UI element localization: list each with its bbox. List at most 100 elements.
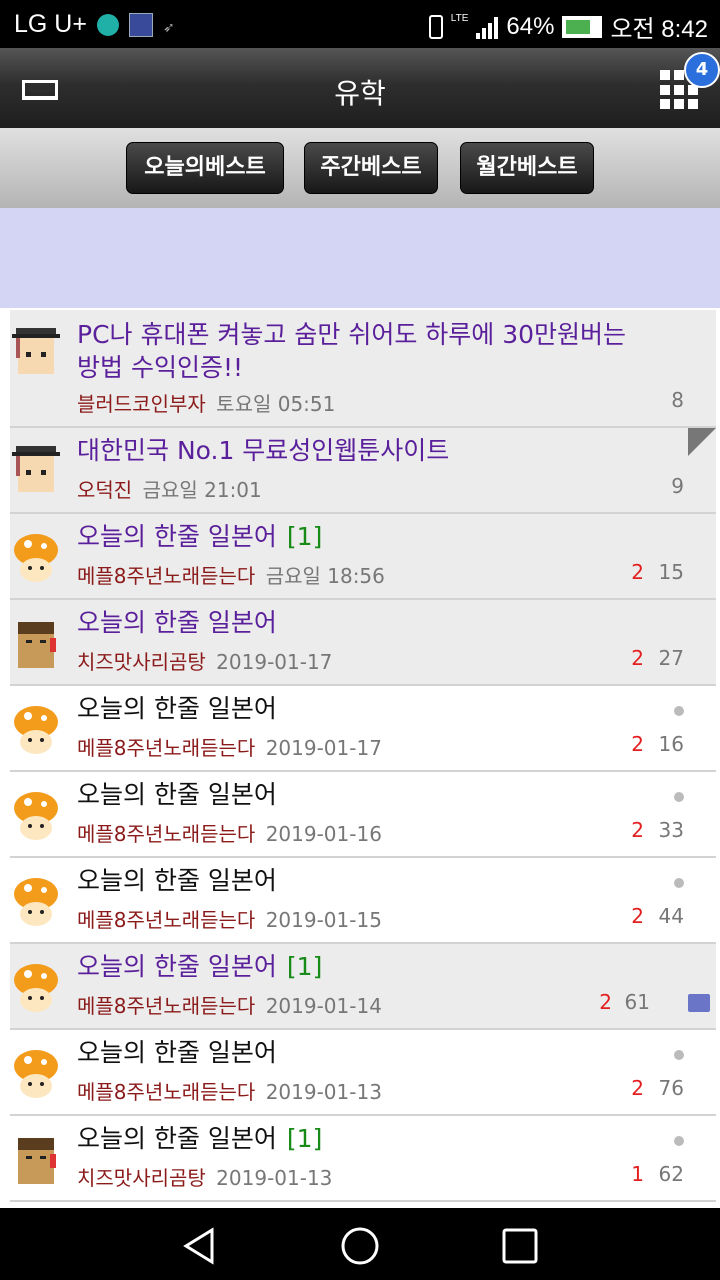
unread-dot-icon — [674, 878, 684, 888]
home-icon[interactable] — [340, 1226, 380, 1266]
list-item[interactable]: 오늘의 한줄 일본어 치즈맛사리곰탕 2019-01-17 2 27 — [10, 600, 716, 686]
recommend-count: 2 — [631, 1076, 644, 1100]
post-views: 61 — [624, 990, 650, 1014]
status-bar: LG U+ ➶ LTE 64% 오전 8:42 — [0, 0, 720, 48]
list-item[interactable]: 오늘의 한줄 일본어 [1] 메플8주년노래듣는다 2019-01-14 2 61 — [10, 944, 716, 1030]
tab-weekly-best[interactable]: 주간베스트 — [304, 142, 438, 194]
post-author[interactable]: 메플8주년노래듣는다 — [77, 822, 255, 846]
app-bar: 유학 4 — [0, 48, 720, 128]
post-author[interactable]: 치즈맛사리곰탕 — [77, 650, 206, 674]
mushroom-avatar-icon — [14, 792, 58, 840]
post-title-line2[interactable]: 방법 수익인증!! — [77, 351, 243, 384]
post-title-text[interactable]: 오늘의 한줄 일본어 — [77, 522, 277, 551]
new-corner-icon — [688, 428, 716, 456]
post-meta: 메플8주년노래듣는다 2019-01-13 — [77, 1076, 382, 1105]
post-title[interactable]: PC나 휴대폰 켜놓고 숨만 쉬어도 하루에 30만원버는 — [77, 318, 626, 351]
post-views: 62 — [658, 1162, 684, 1186]
post-author[interactable]: 메플8주년노래듣는다 — [77, 564, 255, 588]
list-item[interactable]: 대한민국 No.1 무료성인웹툰사이트 오덕진 금요일 21:01 9 — [10, 428, 716, 514]
recommend-count: 2 — [631, 732, 644, 756]
post-author[interactable]: 메플8주년노래듣는다 — [77, 1080, 255, 1104]
post-title[interactable]: 오늘의 한줄 일본어 [1] — [77, 520, 322, 553]
gallery-notification-icon — [128, 12, 153, 37]
post-author[interactable]: 치즈맛사리곰탕 — [77, 1166, 206, 1190]
post-title[interactable]: 오늘의 한줄 일본어 — [77, 606, 277, 639]
carrier-label: LG U+ — [14, 10, 87, 38]
post-title[interactable]: 오늘의 한줄 일본어 — [77, 864, 277, 897]
unread-dot-icon — [674, 706, 684, 716]
post-author[interactable]: 메플8주년노래듣는다 — [77, 736, 255, 760]
post-title[interactable]: 오늘의 한줄 일본어 [1] — [77, 1122, 322, 1155]
post-date: 2019-01-13 — [265, 1080, 382, 1104]
post-author[interactable]: 오덕진 — [77, 478, 132, 502]
recommend-count: 2 — [631, 818, 644, 842]
best-tabs: 오늘의베스트 주간베스트 월간베스트 — [0, 128, 720, 208]
post-list: PC나 휴대폰 켜놓고 숨만 쉬어도 하루에 30만원버는 방법 수익인증!! … — [10, 310, 716, 1202]
battery-charging-icon — [562, 15, 603, 38]
ad-banner[interactable] — [0, 208, 720, 308]
post-title-text[interactable]: 오늘의 한줄 일본어 — [77, 1124, 277, 1153]
post-title[interactable]: 오늘의 한줄 일본어 — [77, 778, 277, 811]
list-item[interactable]: 오늘의 한줄 일본어 메플8주년노래듣는다 2019-01-15 2 44 — [10, 858, 716, 944]
post-views: 33 — [658, 818, 684, 842]
post-views: 76 — [658, 1076, 684, 1100]
post-views: 15 — [658, 560, 684, 584]
recommend-count: 2 — [599, 990, 612, 1014]
post-author[interactable]: 메플8주년노래듣는다 — [77, 908, 255, 932]
tab-monthly-best[interactable]: 월간베스트 — [460, 142, 594, 194]
post-views: 9 — [671, 474, 684, 498]
list-item[interactable]: 오늘의 한줄 일본어 메플8주년노래듣는다 2019-01-17 2 16 — [10, 686, 716, 772]
post-views: 44 — [658, 904, 684, 928]
post-views: 8 — [671, 388, 684, 412]
list-item[interactable]: 오늘의 한줄 일본어 메플8주년노래듣는다 2019-01-16 2 33 — [10, 772, 716, 858]
post-meta: 치즈맛사리곰탕 2019-01-17 — [77, 646, 332, 675]
recents-icon[interactable] — [500, 1226, 540, 1266]
mushroom-avatar-icon — [14, 534, 58, 582]
list-item[interactable]: 오늘의 한줄 일본어 메플8주년노래듣는다 2019-01-13 2 76 — [10, 1030, 716, 1116]
unread-dot-icon — [674, 1050, 684, 1060]
system-nav-bar — [0, 1208, 720, 1280]
list-item[interactable]: 오늘의 한줄 일본어 [1] 메플8주년노래듣는다 금요일 18:56 2 15 — [10, 514, 716, 600]
post-title-text[interactable]: 오늘의 한줄 일본어 — [77, 952, 277, 981]
mushroom-avatar-icon — [14, 1050, 58, 1098]
network-type: LTE — [450, 13, 469, 24]
post-meta: 메플8주년노래듣는다 2019-01-15 — [77, 904, 382, 933]
post-author[interactable]: 메플8주년노래듣는다 — [77, 994, 255, 1018]
list-item[interactable]: 오늘의 한줄 일본어 [1] 치즈맛사리곰탕 2019-01-13 1 62 — [10, 1116, 716, 1202]
post-title[interactable]: 오늘의 한줄 일본어 — [77, 1036, 277, 1069]
post-date: 2019-01-13 — [216, 1166, 333, 1190]
recommend-count: 2 — [631, 560, 644, 584]
post-meta: 치즈맛사리곰탕 2019-01-13 — [77, 1162, 332, 1191]
list-item[interactable]: PC나 휴대폰 켜놓고 숨만 쉬어도 하루에 30만원버는 방법 수익인증!! … — [10, 310, 716, 428]
back-icon[interactable] — [180, 1226, 220, 1266]
post-date: 금요일 18:56 — [265, 564, 385, 588]
bird-notification-icon: ➶ — [162, 19, 175, 36]
battery-percent: 64% — [506, 12, 555, 40]
post-meta: 오덕진 금요일 21:01 — [77, 474, 262, 503]
post-date: 2019-01-17 — [216, 650, 333, 674]
post-meta: 메플8주년노래듣는다 2019-01-16 — [77, 818, 382, 847]
post-date: 2019-01-14 — [265, 994, 382, 1018]
tab-today-best[interactable]: 오늘의베스트 — [126, 142, 284, 194]
post-title[interactable]: 오늘의 한줄 일본어 [1] — [77, 950, 322, 983]
comment-count: [1] — [286, 952, 323, 981]
post-meta: 블러드코인부자 토요일 05:51 — [77, 388, 335, 417]
post-date: 2019-01-17 — [265, 736, 382, 760]
mushroom-avatar-icon — [14, 706, 58, 754]
page-title: 유학 — [334, 77, 386, 110]
unread-dot-icon — [674, 792, 684, 802]
graduate-avatar-icon — [12, 446, 60, 492]
comment-count: [1] — [286, 522, 323, 551]
post-views: 27 — [658, 646, 684, 670]
post-views: 16 — [658, 732, 684, 756]
app-notification-icon — [96, 13, 119, 36]
post-author[interactable]: 블러드코인부자 — [77, 392, 206, 416]
post-title[interactable]: 대한민국 No.1 무료성인웹툰사이트 — [77, 434, 449, 467]
warrior-avatar-icon — [18, 622, 56, 668]
graduate-avatar-icon — [12, 328, 60, 374]
unread-dot-icon — [674, 1136, 684, 1146]
post-title[interactable]: 오늘의 한줄 일본어 — [77, 692, 277, 725]
notification-badge[interactable]: 4 — [684, 52, 720, 88]
image-attachment-icon — [688, 994, 710, 1012]
vibrate-icon — [428, 14, 443, 39]
